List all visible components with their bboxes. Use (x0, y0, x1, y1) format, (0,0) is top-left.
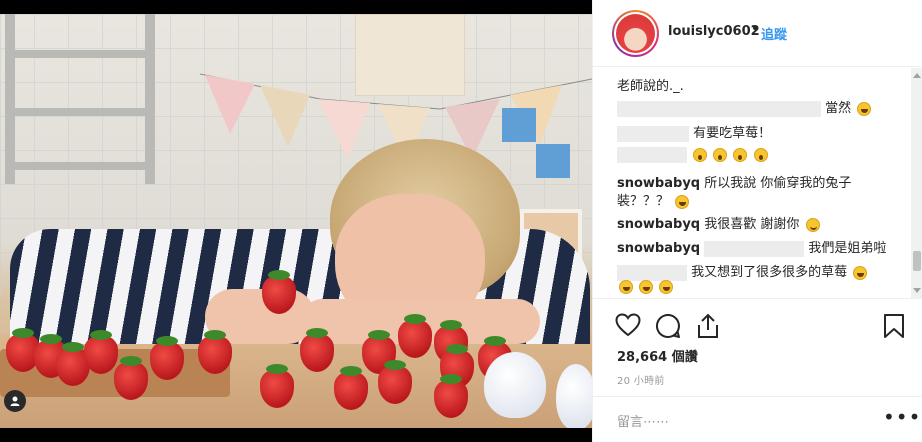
post-timestamp[interactable]: 20 小時前 (617, 372, 665, 387)
follow-button[interactable]: 追蹤 (761, 24, 787, 43)
comment-item: 裝？？？ (617, 190, 690, 209)
comment-text: 我又想到了很多很多的草莓 (691, 265, 848, 280)
comment-input[interactable]: 留言⋯⋯ (617, 411, 669, 430)
grin-emoji-icon (619, 279, 633, 294)
share-icon[interactable] (696, 313, 720, 343)
avatar[interactable] (612, 10, 659, 57)
post-side-panel: louislyc0602 • 追蹤 老師說的._. 當然 有要吃草莓！ snow… (592, 0, 922, 442)
scroll-thumb[interactable] (913, 251, 921, 271)
grin-emoji-icon (853, 265, 868, 280)
comment-text: 我很喜歡 謝謝你 (704, 217, 800, 232)
comment-text: 我們是姐弟啦 (808, 241, 887, 256)
grin-emoji-icon (675, 194, 690, 209)
comment-username[interactable]: snowbabyq (617, 176, 700, 191)
grin-emoji-icon (639, 279, 654, 294)
egg-figure (556, 364, 592, 428)
egg-figure (484, 352, 546, 418)
comments-scrollbar[interactable] (911, 68, 922, 298)
comment-item (617, 279, 674, 294)
hidden-username (617, 125, 689, 142)
comments-list[interactable]: 老師說的._. 當然 有要吃草莓！ snowbabyq 所以我說 你偷穿我的兔子… (593, 67, 915, 297)
more-options-icon[interactable]: ••• (883, 405, 921, 429)
surprised-emoji-icon (753, 148, 768, 162)
hidden-username (704, 240, 805, 257)
separator-dot: • (751, 22, 759, 37)
smile-emoji-icon (805, 217, 820, 232)
user-tag-icon[interactable] (4, 390, 26, 412)
comment-text: 當然 (825, 101, 852, 116)
bookmark-icon[interactable] (883, 313, 905, 343)
surprised-emoji-icon (733, 148, 748, 162)
heart-icon[interactable] (615, 313, 641, 341)
comment-text: 老師說的._. (617, 79, 684, 94)
comment-item: snowbabyq 所以我說 你偷穿我的兔子 (617, 172, 851, 191)
post-header: louislyc0602 • 追蹤 (593, 0, 922, 67)
comment-item (617, 147, 768, 163)
hidden-username (617, 147, 687, 163)
wall-tile-blue (536, 144, 570, 178)
hidden-username (617, 100, 821, 117)
comment-text: 所以我說 你偷穿我的兔子 (704, 176, 852, 191)
scroll-down-icon[interactable] (913, 288, 921, 293)
comment-item: 老師說的._. (617, 75, 684, 94)
wall-tile-blue (502, 108, 536, 142)
surprised-emoji-icon (713, 148, 728, 162)
comment-item: snowbabyq 我們是姐弟啦 (617, 237, 886, 257)
comment-username[interactable]: snowbabyq (617, 217, 700, 232)
grin-emoji-icon (659, 279, 674, 294)
comment-item: 有要吃草莓！ (617, 122, 771, 142)
post-actions (593, 298, 922, 348)
comment-item: 當然 (617, 97, 872, 117)
wall-shelf (5, 14, 155, 184)
add-comment-bar: 留言⋯⋯ ••• (593, 396, 922, 442)
comment-icon[interactable] (655, 313, 681, 343)
post-photo[interactable] (0, 0, 592, 442)
comment-text: 裝？？？ (617, 194, 670, 209)
comment-item: snowbabyq 我很喜歡 謝謝你 (617, 213, 820, 232)
comment-item: 我又想到了很多很多的草莓 (617, 261, 868, 281)
photo-content (0, 14, 592, 428)
surprised-emoji-icon (693, 148, 708, 162)
grin-emoji-icon (857, 101, 872, 116)
username-link[interactable]: louislyc0602 (668, 24, 760, 39)
comment-username[interactable]: snowbabyq (617, 241, 700, 256)
comment-text: 有要吃草莓！ (693, 126, 772, 141)
scroll-up-icon[interactable] (913, 73, 921, 78)
likes-count[interactable]: 28,664 個讚 (617, 346, 698, 365)
